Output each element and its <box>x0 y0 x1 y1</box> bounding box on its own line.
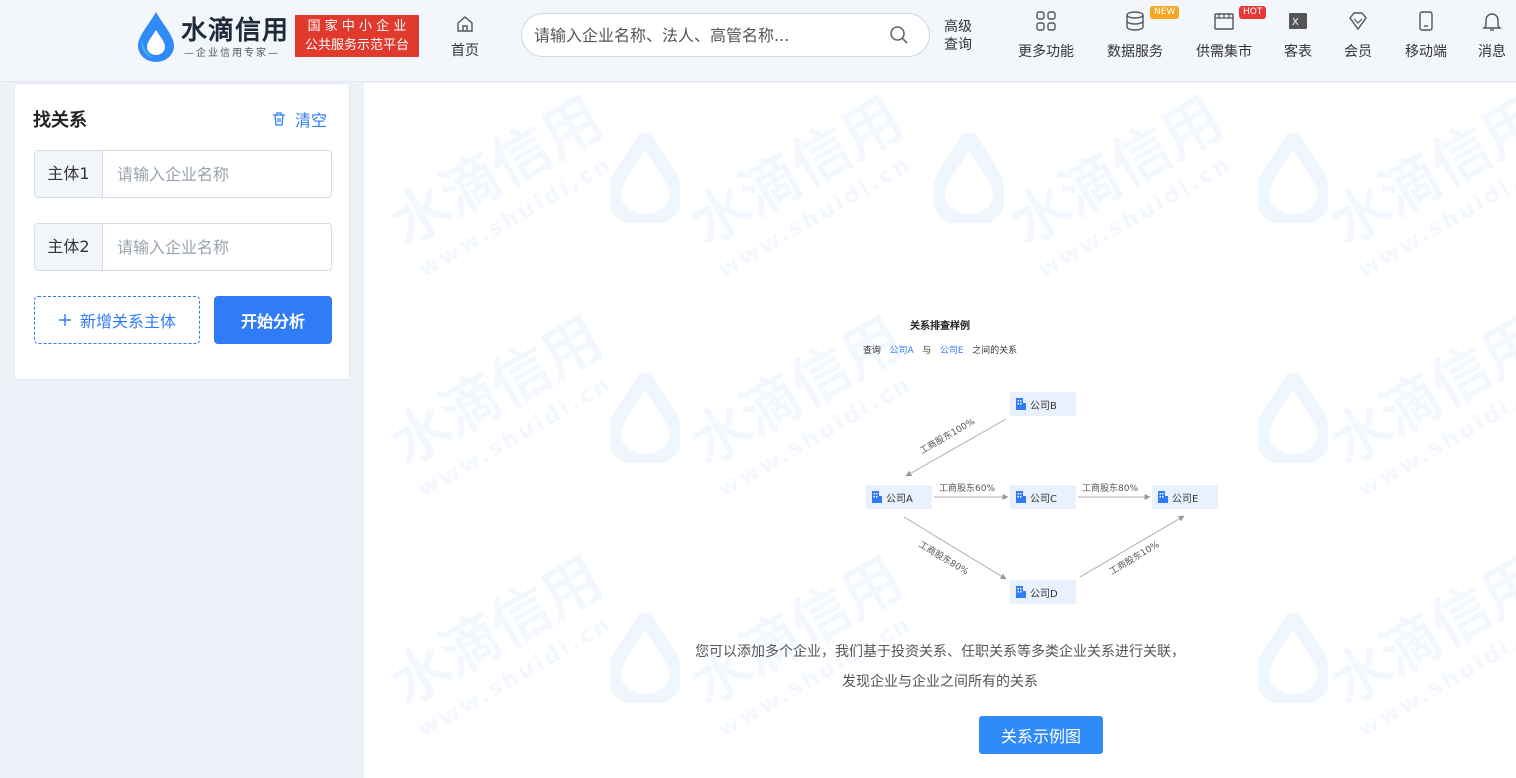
subject1-input[interactable] <box>117 161 322 187</box>
node-a-label: 公司A <box>886 493 913 505</box>
diamond-icon <box>1347 10 1369 38</box>
badge-line1: 国 家 中 小 企 业 <box>307 19 407 34</box>
description-line1: 您可以添加多个企业，我们基于投资关系、任职关系等多类企业关系进行关联， <box>695 644 1185 660</box>
node-e-label: 公司E <box>1172 493 1199 505</box>
search-box <box>521 13 930 57</box>
building-icon <box>1016 398 1026 410</box>
clear-button[interactable]: 清空 <box>271 107 327 131</box>
subject2-input[interactable] <box>117 234 322 260</box>
nav-customer-table[interactable]: X 客表 <box>1282 10 1314 61</box>
start-analysis-button[interactable]: 开始分析 <box>214 296 332 344</box>
nav-messages-label: 消息 <box>1478 44 1506 60</box>
subject1-field: 主体1 <box>34 150 332 198</box>
subject2-label: 主体2 <box>35 224 103 270</box>
nav-messages[interactable]: 消息 <box>1476 10 1508 61</box>
nav-more-functions-label: 更多功能 <box>1018 44 1074 60</box>
node-company-b[interactable]: 公司B <box>1010 392 1076 416</box>
brand-slogan: —企业信用专家— <box>184 48 280 59</box>
relation-example-button[interactable]: 关系示例图 <box>979 716 1103 754</box>
node-d-label: 公司D <box>1030 588 1058 600</box>
nav-home-label: 首页 <box>451 43 479 59</box>
water-drop-logo-icon[interactable] <box>136 10 176 62</box>
search-input[interactable] <box>534 22 874 48</box>
add-subject-label: 新增关系主体 <box>79 312 176 331</box>
node-company-a[interactable]: 公司A <box>866 485 932 509</box>
clear-label: 清空 <box>294 111 327 130</box>
node-b-label: 公司B <box>1030 400 1057 412</box>
nav-home[interactable]: 首页 <box>447 14 483 60</box>
svg-text:X: X <box>1292 17 1299 28</box>
excel-icon: X <box>1287 10 1309 38</box>
node-company-c[interactable]: 公司C <box>1010 485 1076 509</box>
national-platform-badge: 国 家 中 小 企 业 公共服务示范平台 <box>295 15 419 57</box>
building-icon <box>872 491 882 503</box>
nav-supply-market[interactable]: HOT 供需集市 <box>1193 6 1267 61</box>
trash-icon <box>272 112 285 126</box>
home-icon <box>457 16 473 32</box>
nav-supply-market-label: 供需集市 <box>1196 44 1252 60</box>
building-icon <box>1016 586 1026 598</box>
nav-mobile-label: 移动端 <box>1405 44 1447 60</box>
new-tag: NEW <box>1150 6 1180 19</box>
building-icon <box>1016 491 1026 503</box>
market-icon: HOT <box>1213 6 1267 38</box>
nav-member-label: 会员 <box>1344 44 1372 60</box>
building-icon <box>1158 491 1168 503</box>
nav-data-service-label: 数据服务 <box>1107 44 1163 60</box>
bell-icon <box>1481 10 1503 38</box>
hot-tag: HOT <box>1239 6 1267 19</box>
plus-icon <box>58 314 71 326</box>
nav-more-functions[interactable]: 更多功能 <box>1016 10 1076 61</box>
database-icon: NEW <box>1124 6 1180 38</box>
advanced-line1: 高级 <box>944 19 972 35</box>
subject1-label: 主体1 <box>35 151 103 197</box>
add-subject-button[interactable]: 新增关系主体 <box>34 296 200 344</box>
edge-d-e <box>1079 515 1185 578</box>
grid-icon <box>1035 10 1057 38</box>
find-relation-panel: 找关系 清空 主体1 主体2 新增关系主体 开始分析 <box>14 83 350 380</box>
nav-data-service[interactable]: NEW 数据服务 <box>1104 6 1180 61</box>
description-line2: 发现企业与企业之间所有的关系 <box>842 674 1038 690</box>
edge-label-c-e: 工商股东80% <box>1082 484 1139 494</box>
edge-label-a-c: 工商股东60% <box>939 484 996 494</box>
nav-mobile[interactable]: 移动端 <box>1402 10 1450 61</box>
advanced-search-link[interactable]: 高级 查询 <box>944 18 976 54</box>
node-c-label: 公司C <box>1030 493 1057 505</box>
panel-title: 找关系 <box>33 110 87 131</box>
subject2-field: 主体2 <box>34 223 332 271</box>
brand-name[interactable]: 水滴信用 <box>181 10 289 47</box>
main-canvas: 水滴信用 www.shuidi.cn 水滴信用 www.shuidi.cn 水滴信用… <box>364 83 1516 778</box>
nav-member[interactable]: 会员 <box>1342 10 1374 61</box>
advanced-line2: 查询 <box>944 37 972 53</box>
search-icon[interactable] <box>889 25 909 45</box>
nav-customer-table-label: 客表 <box>1284 44 1312 60</box>
node-company-d[interactable]: 公司D <box>1010 580 1076 604</box>
mobile-icon <box>1415 10 1437 38</box>
node-company-e[interactable]: 公司E <box>1152 485 1218 509</box>
badge-line2: 公共服务示范平台 <box>304 38 409 53</box>
top-header: 水滴信用 —企业信用专家— 国 家 中 小 企 业 公共服务示范平台 首页 高级… <box>0 0 1516 82</box>
